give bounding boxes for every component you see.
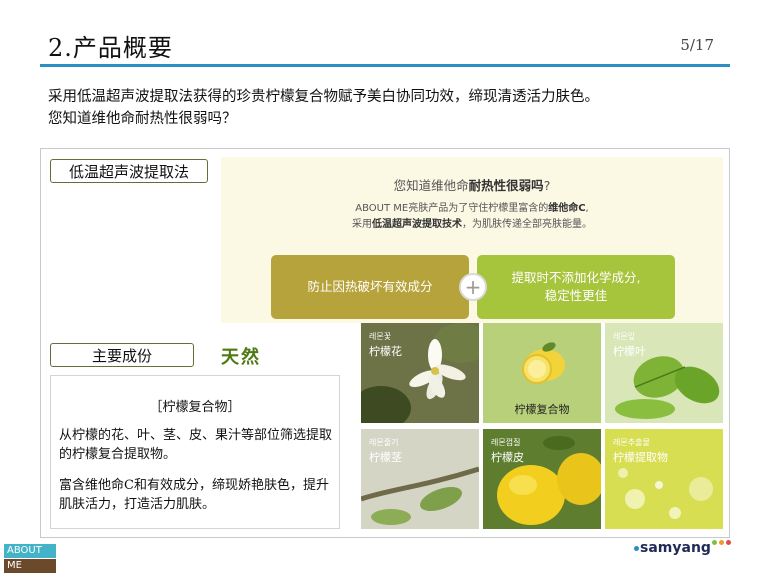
- info-desc-1-post: ,: [585, 203, 589, 214]
- benefit-pill-no-chemical: 提取时不添加化学成分, 稳定性更佳: [477, 255, 675, 319]
- photo-lemon-flower: 레몬꽃 柠檬花: [361, 323, 479, 423]
- logo-bottom-text: ME: [4, 559, 56, 573]
- photo-lemon-leaf: 레몬잎 柠檬叶: [605, 323, 723, 423]
- photo-label: 柠檬提取物: [613, 451, 668, 464]
- photo-label: 柠檬茎: [369, 451, 402, 464]
- info-desc-2-bold: 低温超声波提取技术: [372, 219, 462, 230]
- title-divider: [40, 64, 730, 67]
- info-question: 您知道维他命耐热性很弱吗?: [221, 175, 723, 194]
- info-desc-2-post: ，为肌肤传递全部亮肤能量。: [462, 219, 592, 230]
- ingredient-photo-grid: 레몬꽃 柠檬花 柠檬复合物 레몬잎 柠檬叶 레몬줄기 柠檬茎 레몬껍질 柠檬皮 …: [361, 323, 723, 529]
- natural-label: 天然: [221, 347, 261, 368]
- logo-top-text: ABOUT: [4, 544, 56, 558]
- photo-korean-label: 레몬추출물: [613, 438, 650, 447]
- samyang-dot-blue: [634, 546, 639, 551]
- photo-lemon-peel: 레몬껍질 柠檬皮: [483, 429, 601, 529]
- page-number: 5/17: [680, 36, 714, 54]
- photo-lemon-extract: 레몬추출물 柠檬提取物: [605, 429, 723, 529]
- lemon-complex-desc-2: 富含维他命C和有效成分，缔现娇艳肤色，提升肌肤活力，打造活力肌肤。: [59, 478, 329, 512]
- info-desc-line-1: ABOUT ME亮肤产品为了守住柠檬里富含的维他命C,: [221, 201, 723, 217]
- lemon-complex-title: ［柠檬复合物］: [149, 400, 241, 415]
- photo-label: 柠檬花: [369, 345, 402, 358]
- info-description: ABOUT ME亮肤产品为了守住柠檬里富含的维他命C, 采用低温超声波提取技术，…: [221, 201, 723, 233]
- photo-label: 柠檬皮: [491, 451, 524, 464]
- photo-korean-label: 레몬껍질: [491, 438, 521, 447]
- about-me-logo: ABOUT ME: [4, 544, 56, 574]
- intro-line-2: 您知道维他命耐热性很弱吗？: [48, 111, 237, 127]
- photo-label-center: 柠檬复合物: [514, 403, 570, 416]
- benefit-pill-heat: 防止因热破坏有效成分: [271, 255, 469, 319]
- samyang-dot-green: [712, 540, 717, 545]
- intro-line-1: 采用低温超声波提取法获得的珍贵柠檬复合物赋予美白协同功效，缔现清透活力肤色。: [48, 89, 599, 105]
- photo-korean-label: 레몬잎: [613, 332, 636, 341]
- info-box: 您知道维他命耐热性很弱吗? ABOUT ME亮肤产品为了守住柠檬里富含的维他命C…: [221, 157, 723, 323]
- photo-lemon-stem: 레몬줄기 柠檬茎: [361, 429, 479, 529]
- pill-2-line-2: 稳定性更佳: [544, 288, 608, 303]
- lemon-complex-box: ［柠檬复合物］ 从柠檬的花、叶、茎、皮、果汁等部位筛选提取的柠檬复合提取物。 富…: [50, 375, 340, 529]
- info-question-post: ?: [543, 178, 551, 193]
- intro-text: 采用低温超声波提取法获得的珍贵柠檬复合物赋予美白协同功效，缔现清透活力肤色。 您…: [48, 86, 599, 130]
- page-title: 2.产品概要: [48, 34, 173, 62]
- lemon-complex-desc-1: 从柠檬的花、叶、茎、皮、果汁等部位筛选提取的柠檬复合提取物。: [59, 428, 333, 462]
- samyang-dot-orange: [719, 540, 724, 545]
- section-tag-extraction: 低温超声波提取法: [50, 159, 208, 183]
- section-tag-ingredients: 主要成份: [50, 343, 194, 367]
- content-panel: 低温超声波提取法 您知道维他命耐热性很弱吗? ABOUT ME亮肤产品为了守住柠…: [40, 148, 730, 538]
- info-desc-line-2: 采用低温超声波提取技术，为肌肤传递全部亮肤能量。: [221, 217, 723, 233]
- info-desc-2-pre: 采用: [352, 219, 372, 230]
- photo-korean-label: 레몬꽃: [369, 332, 392, 341]
- info-desc-1-pre: ABOUT ME亮肤产品为了守住柠檬里富含的: [355, 203, 549, 214]
- info-question-bold: 耐热性很弱吗: [468, 178, 544, 193]
- info-desc-1-bold: 维他命C: [548, 203, 586, 214]
- pill-2-line-1: 提取时不添加化学成分,: [511, 270, 641, 285]
- info-question-pre: 您知道维他命: [393, 178, 469, 193]
- photo-korean-label: 레몬줄기: [369, 438, 399, 447]
- plus-icon: +: [459, 273, 487, 301]
- samyang-dot-red: [726, 540, 731, 545]
- samyang-brand-text: samyang: [640, 540, 711, 556]
- photo-lemon-complex: 柠檬复合物: [483, 323, 601, 423]
- photo-label: 柠檬叶: [613, 345, 646, 358]
